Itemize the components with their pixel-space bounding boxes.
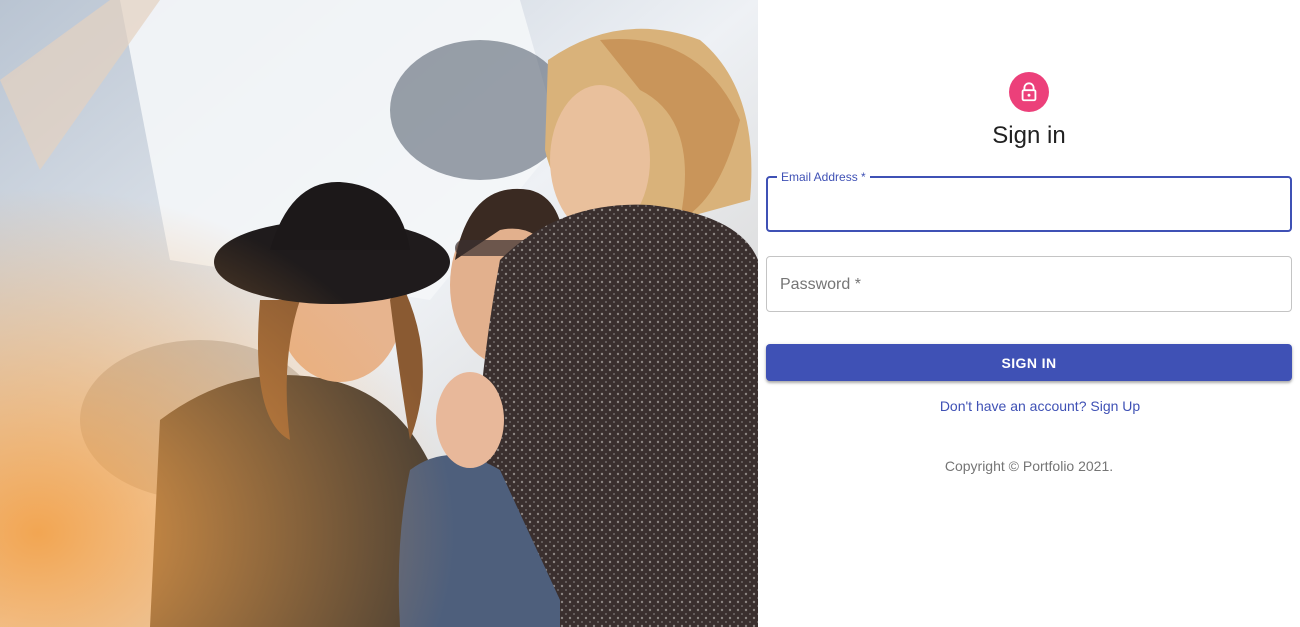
password-field[interactable]: Password * [766, 256, 1292, 312]
lock-icon [1021, 82, 1037, 102]
email-label: Email Address * [777, 170, 870, 184]
signin-panel: Sign in Email Address * Password * SIGN … [758, 0, 1300, 627]
hero-photo-illustration [0, 0, 758, 627]
copyright-text: Copyright © Portfolio 2021. [944, 458, 1114, 474]
signup-link[interactable]: Don't have an account? Sign Up [758, 398, 1300, 414]
hero-image [0, 0, 758, 627]
email-field[interactable]: Email Address * [766, 170, 1292, 232]
signin-button[interactable]: SIGN IN [766, 344, 1292, 381]
page-title: Sign in [992, 122, 1066, 149]
email-input[interactable] [780, 192, 1280, 216]
password-input[interactable] [779, 271, 1279, 295]
lock-avatar [1009, 72, 1049, 112]
